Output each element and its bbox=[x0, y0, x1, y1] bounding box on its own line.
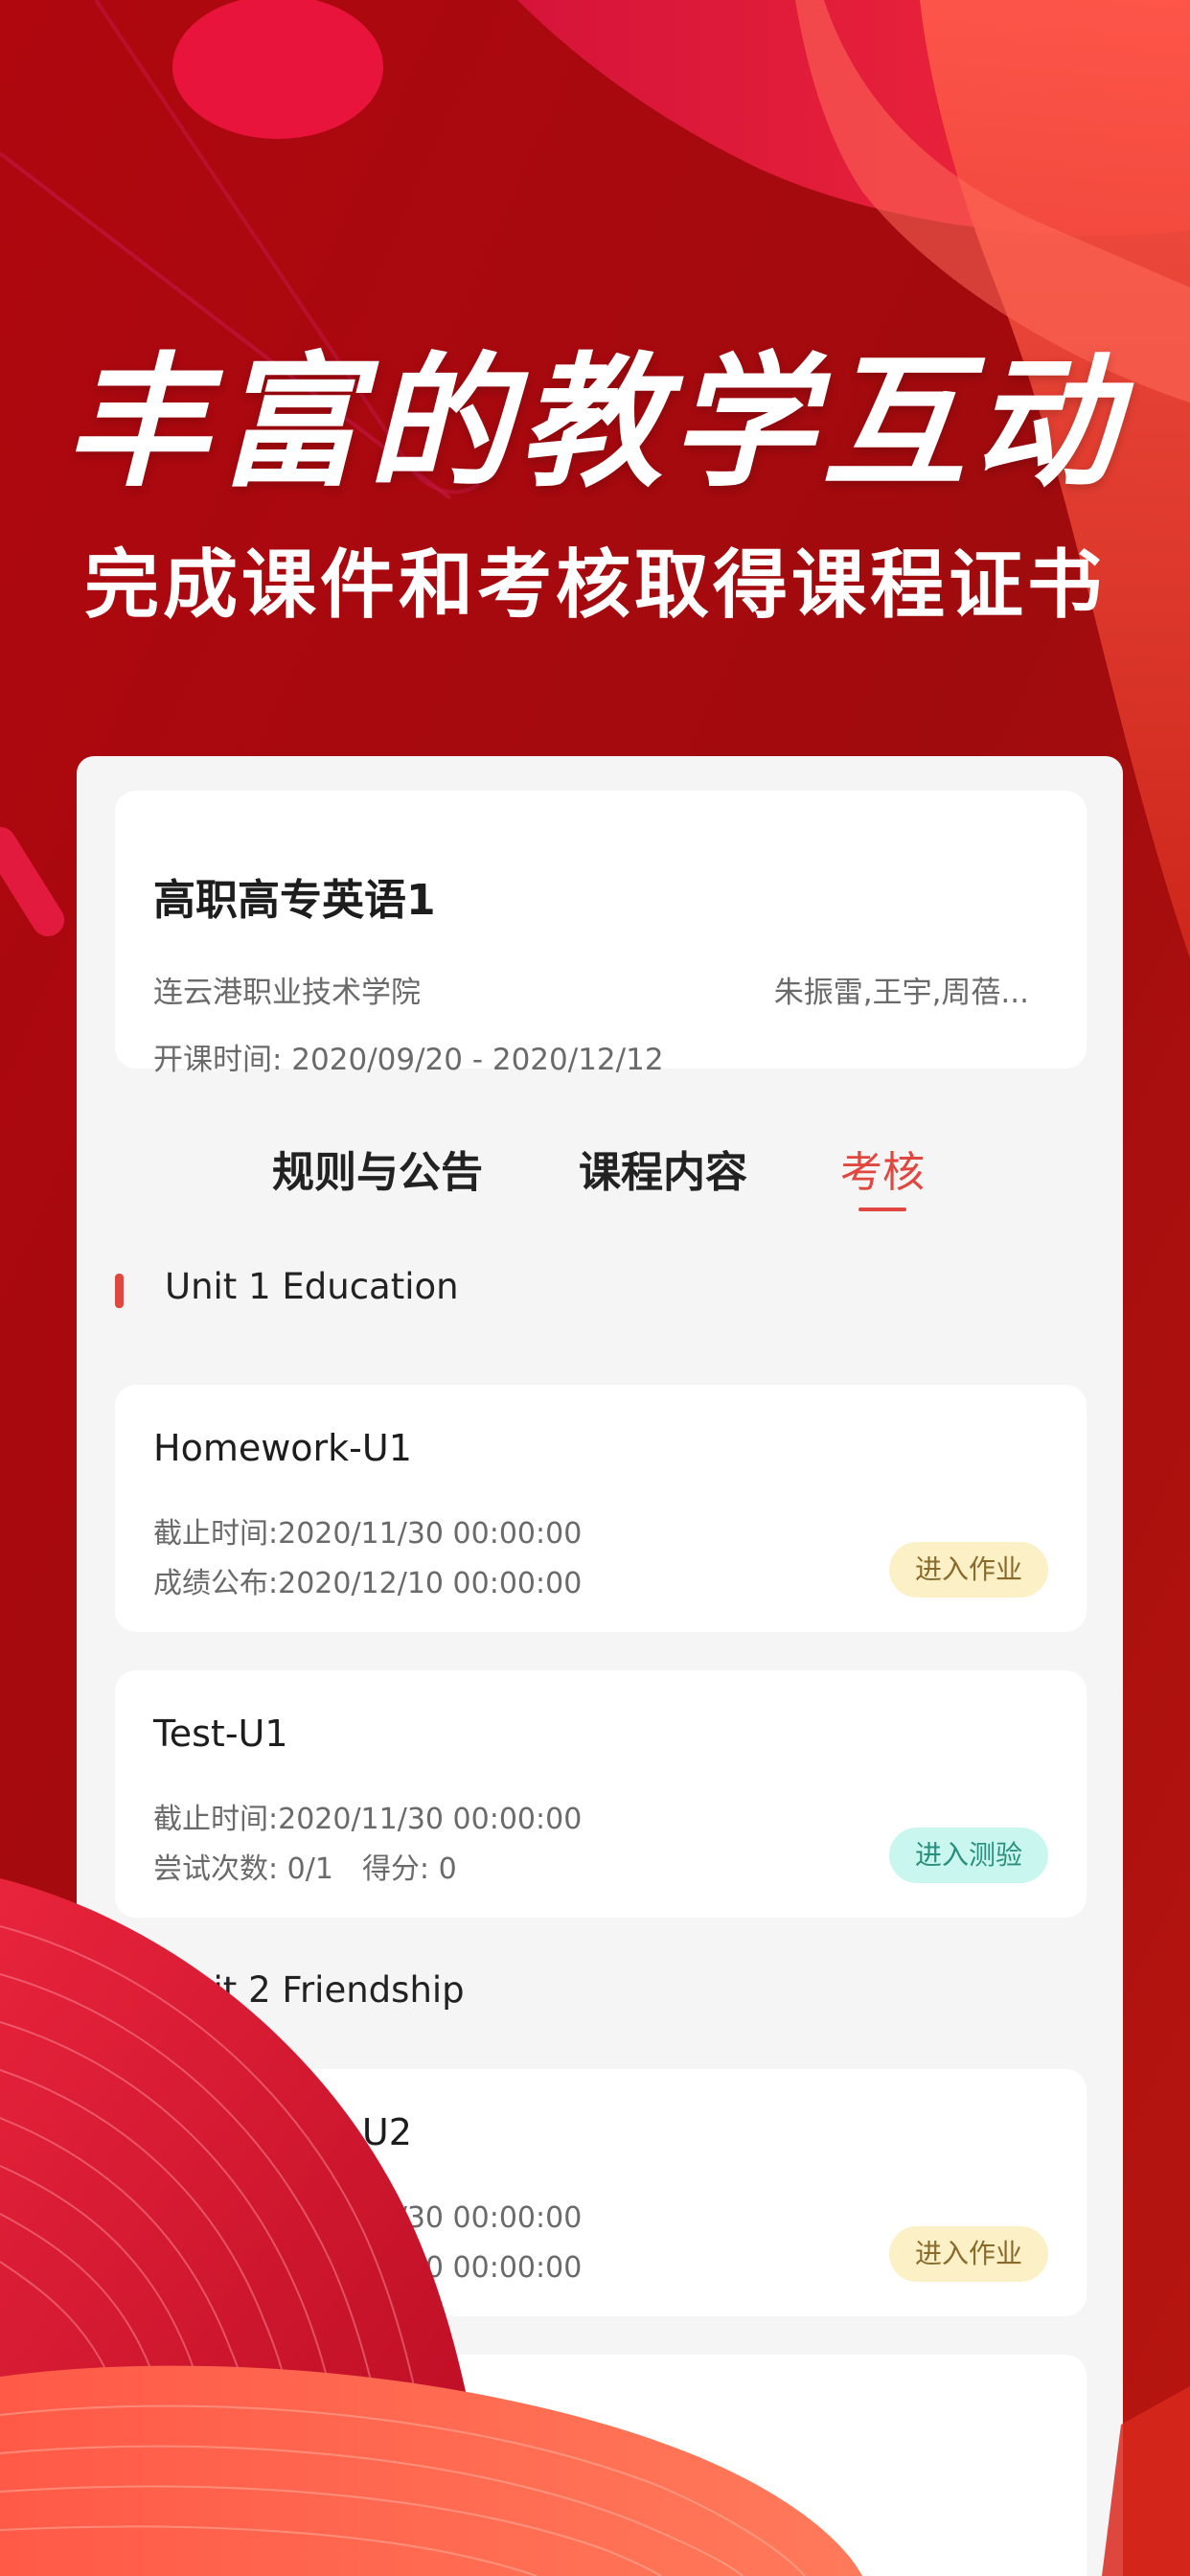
promo-screen: 丰富的教学互动 完成课件和考核取得课程证书 高职高专英语1 连云港职业技术学院 … bbox=[0, 0, 1190, 2576]
foreground-decoration bbox=[0, 1878, 1190, 2576]
